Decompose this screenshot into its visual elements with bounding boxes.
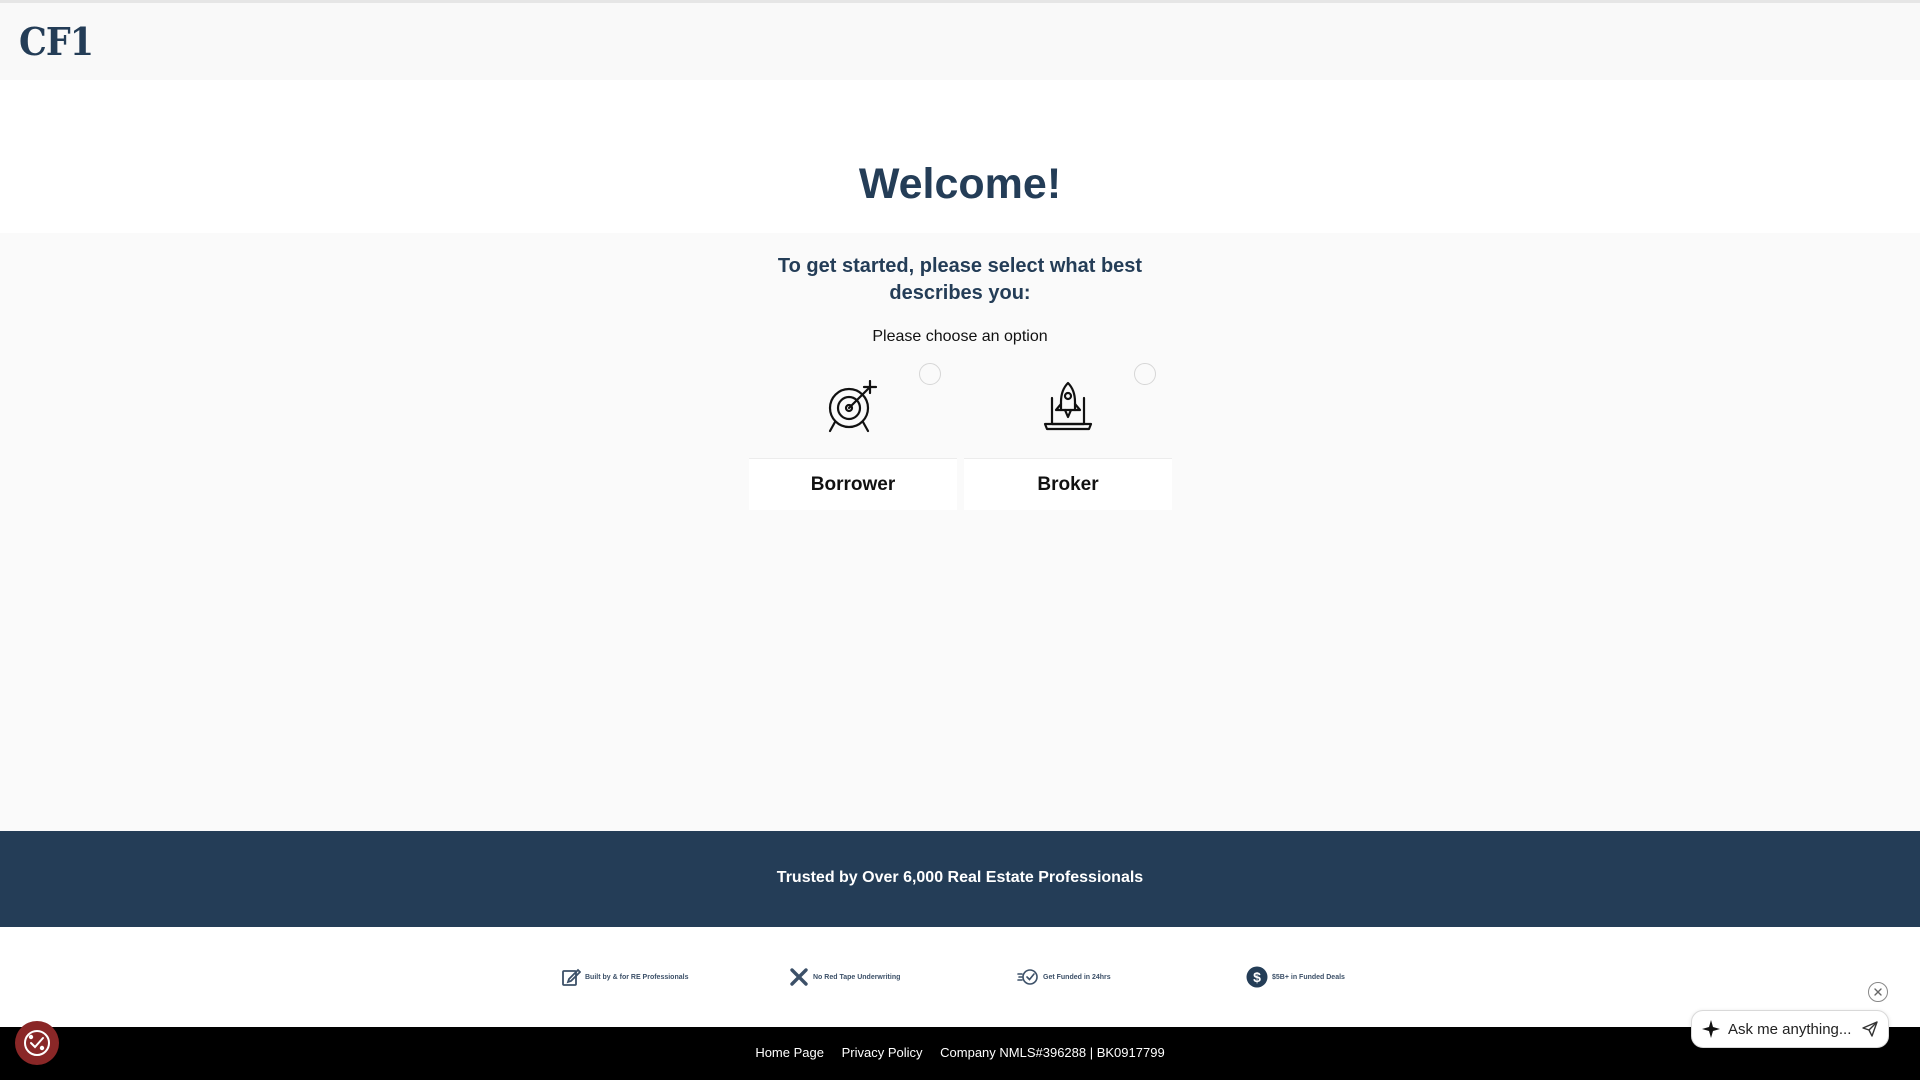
close-icon bbox=[1874, 988, 1882, 996]
site-header: CF1 bbox=[0, 3, 1920, 80]
cookie-settings-icon bbox=[24, 1030, 50, 1056]
badge-text: No Red Tape Underwriting bbox=[813, 973, 901, 981]
footer-link-privacy[interactable]: Privacy Policy bbox=[842, 1045, 923, 1060]
option-label-broker[interactable]: Broker bbox=[964, 458, 1172, 510]
badge-funded-deals: $ $5B+ in Funded Deals bbox=[1246, 964, 1345, 990]
page-subtitle: To get started, please select what best … bbox=[777, 255, 1143, 304]
badge-no-red-tape: No Red Tape Underwriting bbox=[789, 964, 900, 990]
footer-link-home[interactable]: Home Page bbox=[755, 1045, 824, 1060]
sparkle-icon bbox=[1702, 1020, 1720, 1038]
fast-check-icon bbox=[1017, 969, 1038, 985]
chat-widget-input[interactable]: Ask me anything... bbox=[1691, 1010, 1889, 1048]
footer-links: Home Page Privacy Policy Company NMLS#39… bbox=[0, 1045, 1920, 1060]
badges-strip bbox=[0, 927, 1920, 1027]
cookie-settings-button[interactable] bbox=[15, 1021, 59, 1065]
rocket-laptop-icon bbox=[1043, 381, 1093, 431]
badge-funded-24hrs: Get Funded in 24hrs bbox=[1017, 964, 1111, 990]
trust-text: Trusted by Over 6,000 Real Estate Profes… bbox=[776, 869, 1144, 886]
send-icon[interactable] bbox=[1862, 1021, 1878, 1037]
option-label-borrower[interactable]: Borrower bbox=[749, 458, 957, 510]
logo[interactable]: CF1 bbox=[19, 19, 94, 64]
badge-text: Built by & for RE Professionals bbox=[585, 973, 689, 981]
edit-icon bbox=[562, 968, 581, 986]
chat-placeholder[interactable]: Ask me anything... bbox=[1728, 1021, 1854, 1038]
badge-text: $5B+ in Funded Deals bbox=[1272, 973, 1345, 981]
badge-re-professionals: Built by & for RE Professionals bbox=[561, 964, 688, 990]
badge-text: Get Funded in 24hrs bbox=[1043, 973, 1111, 981]
broker-radio[interactable] bbox=[1134, 363, 1156, 385]
welcome-band bbox=[0, 80, 1920, 233]
page-title: Welcome! bbox=[858, 160, 1062, 208]
option-borrower[interactable]: Borrower bbox=[749, 358, 957, 510]
choose-prompt: Please choose an option bbox=[872, 328, 1048, 345]
chat-close-button[interactable] bbox=[1868, 982, 1888, 1002]
footer-link-nmls[interactable]: Company NMLS#396288 | BK0917799 bbox=[940, 1045, 1165, 1060]
target-arrow-icon bbox=[828, 380, 878, 433]
x-icon bbox=[790, 968, 808, 986]
borrower-radio[interactable] bbox=[919, 363, 941, 385]
dollar-icon: $ bbox=[1246, 966, 1268, 988]
svg-text:$: $ bbox=[1253, 969, 1261, 985]
option-broker[interactable]: Broker bbox=[964, 358, 1172, 510]
